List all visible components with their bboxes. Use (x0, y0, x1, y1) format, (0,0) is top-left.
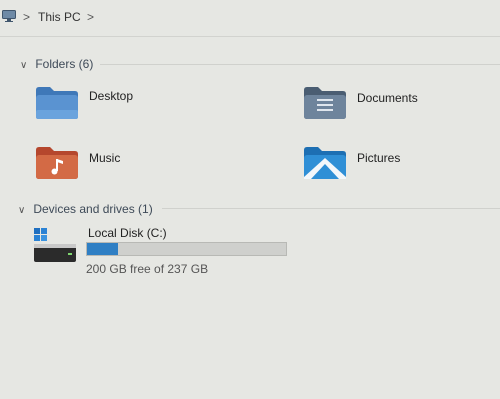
chevron-right-icon: > (23, 10, 31, 24)
folder-pictures[interactable]: Pictures (303, 144, 463, 184)
folder-documents[interactable]: Documents (303, 84, 463, 124)
chevron-down-icon: ∨ (18, 205, 26, 216)
folder-music[interactable]: Music (35, 144, 195, 184)
computer-icon (2, 10, 16, 22)
group-divider (100, 64, 500, 65)
documents-folder-icon (304, 87, 346, 119)
drive-local-disk-c[interactable]: Local Disk (C:) 200 GB free of 237 GB (32, 224, 292, 278)
drives-group-header[interactable]: ∨ Devices and drives (1) (18, 202, 153, 216)
drive-name: Local Disk (C:) (88, 226, 167, 240)
folder-label: Pictures (357, 151, 401, 165)
group-divider (162, 208, 500, 209)
folder-desktop[interactable]: Desktop (35, 84, 195, 124)
desktop-folder-icon (36, 87, 78, 119)
folder-label: Music (89, 151, 121, 165)
address-bar[interactable]: > This PC > (0, 0, 500, 37)
music-folder-icon (36, 147, 78, 179)
folders-group-title: Folders (6) (35, 57, 94, 71)
folder-label: Documents (357, 91, 418, 105)
breadcrumb-this-pc[interactable]: This PC (38, 10, 81, 24)
windows-drive-icon (34, 228, 76, 262)
pictures-folder-icon (304, 147, 346, 179)
folders-group-header[interactable]: ∨ Folders (6) (20, 57, 93, 71)
drive-usage-bar (86, 242, 287, 256)
chevron-down-icon: ∨ (20, 60, 28, 71)
folder-label: Desktop (89, 89, 134, 103)
drives-group-title: Devices and drives (1) (33, 202, 153, 216)
drive-free-space: 200 GB free of 237 GB (86, 262, 209, 276)
chevron-right-icon[interactable]: > (87, 10, 94, 24)
drive-usage-fill (87, 243, 119, 255)
